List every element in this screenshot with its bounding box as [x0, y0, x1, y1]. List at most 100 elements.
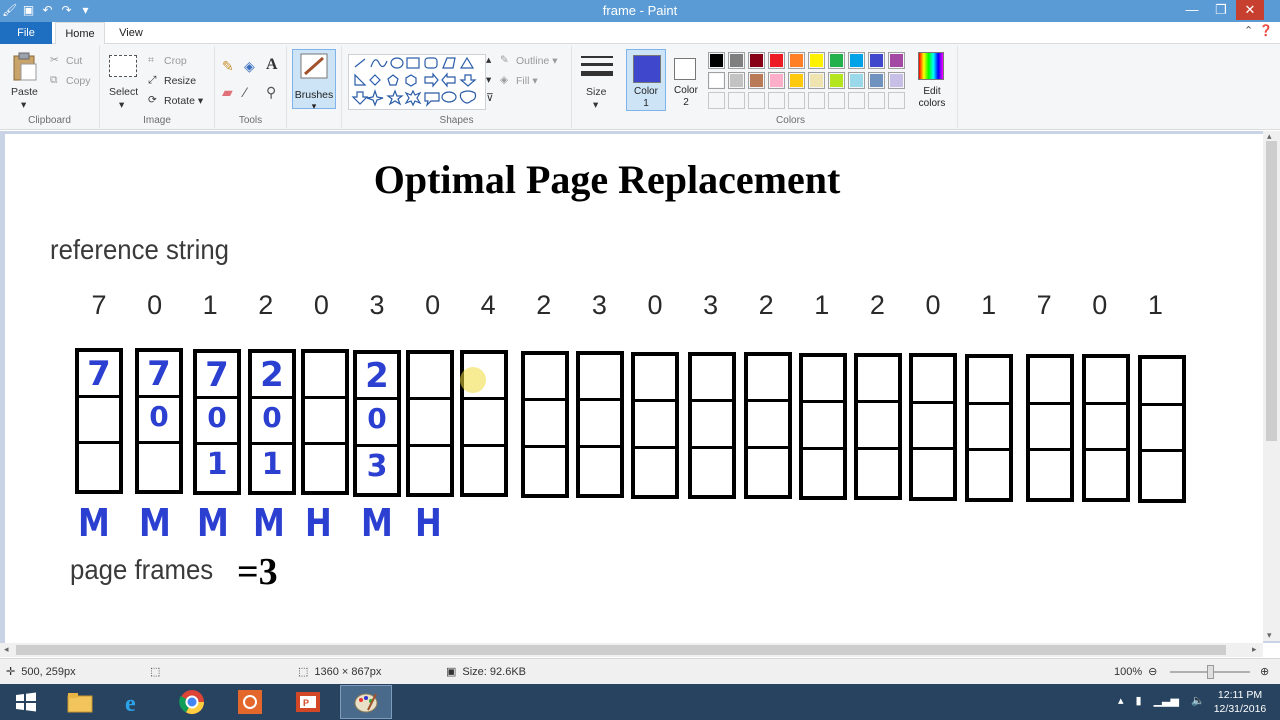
palette-swatch[interactable]	[808, 52, 825, 69]
select-button[interactable]: Select	[109, 86, 138, 98]
color-picker-icon[interactable]: ⁄	[244, 84, 246, 100]
network-icon[interactable]: ▁▃▅	[1154, 694, 1179, 707]
scroll-right-icon[interactable]: ▸	[1252, 644, 1257, 655]
show-hidden-icons[interactable]: ▴	[1118, 694, 1124, 707]
paste-icon[interactable]	[12, 52, 38, 82]
horizontal-scroll-thumb[interactable]	[16, 645, 1226, 655]
close-button[interactable]: ✕	[1236, 0, 1264, 20]
palette-swatch[interactable]	[788, 72, 805, 89]
palette-swatch[interactable]	[808, 92, 825, 109]
horizontal-scrollbar[interactable]: ◂ ▸	[0, 643, 1263, 657]
copy-button[interactable]: ⧉ Copy	[50, 74, 91, 88]
scissors-icon: ✂	[50, 54, 59, 66]
color1-button[interactable]: Color 1	[626, 49, 666, 111]
start-button[interactable]	[0, 685, 52, 719]
zoom-out-icon[interactable]: ⊖	[1148, 665, 1157, 678]
palette-swatch[interactable]	[768, 52, 785, 69]
palette-swatch[interactable]	[868, 72, 885, 89]
palette-swatch[interactable]	[768, 92, 785, 109]
palette-swatch[interactable]	[848, 52, 865, 69]
palette-swatch[interactable]	[748, 92, 765, 109]
palette-swatch[interactable]	[728, 52, 745, 69]
palette-swatch[interactable]	[728, 92, 745, 109]
fill-icon: ◈	[500, 74, 509, 86]
palette-swatch[interactable]	[748, 52, 765, 69]
shapes-gallery[interactable]	[348, 54, 486, 110]
palette-swatch[interactable]	[708, 52, 725, 69]
palette-swatch[interactable]	[788, 52, 805, 69]
edit-colors-button[interactable]: Edit colors	[912, 50, 952, 110]
palette-swatch[interactable]	[848, 92, 865, 109]
tab-view[interactable]: View	[109, 22, 153, 44]
zoom-in-icon[interactable]: ⊕	[1260, 665, 1269, 678]
paste-dropdown-icon[interactable]: ▾	[21, 99, 26, 111]
palette-swatch[interactable]	[868, 52, 885, 69]
zoom-slider-thumb[interactable]	[1207, 665, 1214, 679]
taskbar-paint[interactable]	[340, 685, 392, 719]
brushes-button[interactable]: Brushes ▾	[292, 49, 336, 111]
text-icon[interactable]: A	[266, 56, 278, 74]
fill-button[interactable]: ◈ Fill ▾	[500, 74, 538, 88]
cut-button[interactable]: ✂ Cut	[50, 54, 82, 68]
tab-file[interactable]: File	[0, 22, 52, 44]
palette-swatch[interactable]	[808, 72, 825, 89]
palette-swatch[interactable]	[888, 52, 905, 69]
taskbar-file-explorer[interactable]	[54, 685, 106, 719]
taskbar-internet-explorer[interactable]: e	[108, 685, 160, 719]
shapes-more-icon[interactable]: ⊽	[486, 92, 494, 104]
swatch-fill	[790, 74, 803, 87]
battery-icon[interactable]: ▮	[1136, 694, 1142, 707]
color1-label: Color 1	[634, 86, 658, 109]
collapse-ribbon-icon[interactable]: ⌃	[1244, 24, 1253, 37]
tab-home[interactable]: Home	[55, 22, 105, 45]
magnifier-icon[interactable]: ⚲	[266, 84, 276, 101]
fill-bucket-icon[interactable]: ◈	[244, 58, 255, 75]
rotate-button[interactable]: ⟳ Rotate ▾	[148, 94, 203, 108]
paste-button[interactable]: Paste	[11, 86, 38, 98]
palette-swatch[interactable]	[848, 72, 865, 89]
palette-swatch[interactable]	[828, 92, 845, 109]
taskbar-chrome[interactable]	[166, 685, 218, 719]
pencil-icon[interactable]: ✎	[222, 58, 234, 75]
maximize-button[interactable]: ❐	[1207, 0, 1235, 20]
vertical-scrollbar[interactable]: ▴ ▾	[1263, 131, 1280, 641]
palette-swatch[interactable]	[708, 72, 725, 89]
palette-swatch[interactable]	[788, 92, 805, 109]
palette-swatch[interactable]	[708, 92, 725, 109]
palette-swatch[interactable]	[748, 72, 765, 89]
taskbar-powerpoint[interactable]: P	[282, 685, 334, 719]
tools-group-label: Tools	[238, 115, 263, 126]
selection-size: ⬚	[150, 665, 160, 678]
taskbar-clock[interactable]: 12:11 PM 12/31/2016	[1210, 688, 1270, 716]
scroll-down-icon[interactable]: ▾	[1267, 630, 1272, 641]
palette-swatch[interactable]	[828, 72, 845, 89]
palette-swatch[interactable]	[888, 92, 905, 109]
color2-button[interactable]: Color 2	[670, 49, 702, 111]
palette-swatch[interactable]	[828, 52, 845, 69]
scroll-left-icon[interactable]: ◂	[4, 644, 9, 655]
palette-swatch[interactable]	[768, 72, 785, 89]
palette-swatch[interactable]	[868, 92, 885, 109]
drawing-canvas[interactable]: Optimal Page Replacement reference strin…	[5, 134, 1263, 643]
swatch-fill	[890, 54, 903, 67]
shapes-scroll-down-icon[interactable]: ▾	[486, 74, 491, 86]
palette-swatch[interactable]	[728, 72, 745, 89]
size-group[interactable]: Size ▾	[572, 46, 622, 128]
help-icon[interactable]: ❓	[1259, 24, 1273, 37]
palette-swatch[interactable]	[888, 72, 905, 89]
frame-column	[301, 349, 349, 495]
crop-button[interactable]: ⌗ Crop	[148, 54, 187, 68]
select-icon[interactable]	[109, 55, 137, 77]
clock-date: 12/31/2016	[1213, 703, 1267, 715]
minimize-button[interactable]: —	[1178, 0, 1206, 20]
resize-button[interactable]: ⤢ Resize	[148, 74, 196, 88]
taskbar-screen-recorder[interactable]	[224, 685, 276, 719]
vertical-scroll-thumb[interactable]	[1266, 141, 1277, 441]
svg-text:P: P	[303, 698, 309, 708]
swatch-fill	[710, 74, 723, 87]
shapes-scroll-up-icon[interactable]: ▴	[486, 54, 491, 66]
eraser-icon[interactable]: ▰	[222, 84, 233, 101]
select-dropdown-icon[interactable]: ▾	[119, 99, 124, 111]
volume-icon[interactable]: 🔈	[1191, 694, 1205, 707]
outline-button[interactable]: ✎ Outline ▾	[500, 54, 557, 68]
